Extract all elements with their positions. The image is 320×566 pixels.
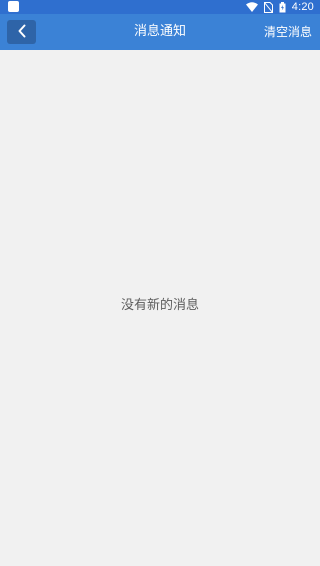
empty-state-text: 没有新的消息	[120, 298, 199, 313]
no-sim-icon	[263, 1, 273, 13]
message-list-area: 没有新的消息	[0, 50, 320, 566]
clear-messages-button[interactable]: 清空消息	[264, 14, 312, 50]
status-indicators: 4:20	[245, 0, 314, 14]
status-bar: 4:20	[0, 0, 320, 14]
battery-icon	[279, 1, 286, 13]
status-time: 4:20	[291, 1, 314, 13]
wifi-icon	[245, 2, 258, 12]
app-notification-icon	[8, 1, 19, 12]
app-bar: 消息通知 清空消息	[0, 14, 320, 50]
